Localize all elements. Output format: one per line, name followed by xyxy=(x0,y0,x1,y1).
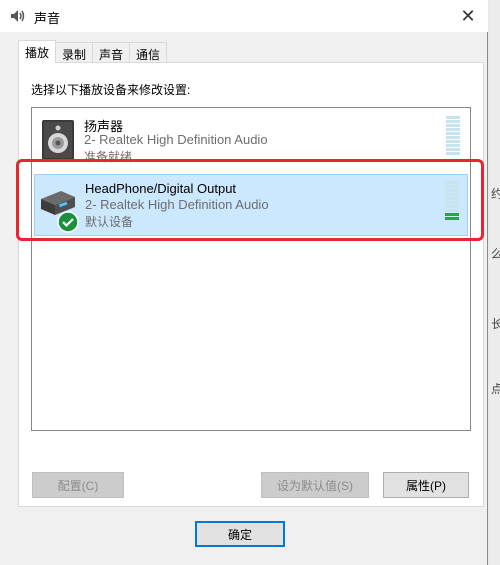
background-window-edge: 约 么 长 点 xyxy=(489,0,500,565)
volume-meter xyxy=(445,181,459,223)
device-status: 准备就绪 xyxy=(84,150,133,164)
device-status: 默认设备 xyxy=(85,215,134,229)
default-check-icon xyxy=(57,211,79,233)
tab-playback[interactable]: 播放 xyxy=(18,40,57,63)
device-driver: 2- Realtek High Definition Audio xyxy=(84,132,268,147)
title-bar: 声音 ✕ xyxy=(0,0,488,32)
tab-sounds[interactable]: 声音 xyxy=(92,42,131,63)
device-list[interactable]: 扬声器 2- Realtek High Definition Audio 准备就… xyxy=(31,107,471,431)
device-headphone[interactable]: HeadPhone/Digital Output 2- Realtek High… xyxy=(34,174,468,236)
playback-panel: 选择以下播放设备来修改设置: 扬声器 2- Realtek High Defin… xyxy=(18,62,484,507)
volume-meter xyxy=(446,116,460,158)
close-button[interactable]: ✕ xyxy=(448,0,488,32)
ok-button[interactable]: 确定 xyxy=(195,521,285,547)
tab-recording[interactable]: 录制 xyxy=(55,42,94,63)
sound-dialog: 声音 ✕ 播放 录制 声音 通信 选择以下播放设备来修改设置: 扬声器 2- R… xyxy=(0,0,488,565)
instruction-text: 选择以下播放设备来修改设置: xyxy=(31,83,191,97)
background-text: 么 xyxy=(491,247,500,261)
window-title: 声音 xyxy=(34,11,61,26)
background-text: 约 xyxy=(491,187,500,201)
tab-communications[interactable]: 通信 xyxy=(129,42,168,63)
speaker-device-icon xyxy=(42,120,74,160)
device-driver: 2- Realtek High Definition Audio xyxy=(85,197,269,212)
background-text: 长 xyxy=(491,317,500,331)
device-name: HeadPhone/Digital Output xyxy=(85,181,237,196)
configure-button[interactable]: 配置(C) xyxy=(32,472,124,498)
speaker-icon xyxy=(11,10,25,22)
properties-button[interactable]: 属性(P) xyxy=(383,472,469,498)
device-speakers[interactable]: 扬声器 2- Realtek High Definition Audio 准备就… xyxy=(34,110,468,172)
set-default-button[interactable]: 设为默认值(S) xyxy=(261,472,369,498)
background-text: 点 xyxy=(491,382,500,396)
tab-strip: 播放 录制 声音 通信 xyxy=(18,40,168,63)
